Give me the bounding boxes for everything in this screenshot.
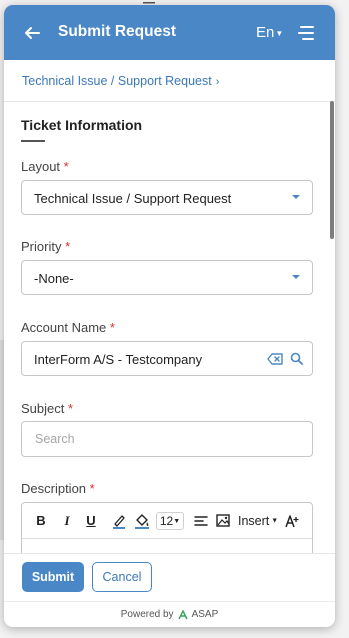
- required-mark: *: [109, 320, 115, 335]
- chevron-down-icon: [292, 275, 300, 279]
- search-icon[interactable]: [290, 352, 303, 365]
- request-widget: Submit Request En▼ Technical Issue / Sup…: [4, 5, 335, 627]
- description-editor[interactable]: B I U 12▼ Insert ▼: [21, 502, 313, 553]
- account-label: Account Name *: [21, 320, 115, 335]
- chevron-down-icon: ▼: [275, 28, 284, 38]
- layout-label-text: Layout: [21, 159, 61, 174]
- account-lookup-field[interactable]: InterForm A/S - Testcompany: [21, 341, 313, 376]
- page-title: Submit Request: [58, 23, 176, 40]
- insert-label: Insert: [238, 514, 270, 528]
- breadcrumb-label: Technical Issue / Support Request: [22, 74, 212, 88]
- font-size-icon[interactable]: [284, 512, 300, 530]
- image-icon[interactable]: [216, 512, 230, 530]
- language-label: En: [256, 24, 275, 41]
- required-mark: *: [63, 159, 69, 174]
- editor-toolbar: B I U 12▼ Insert ▼: [22, 503, 312, 539]
- submit-button[interactable]: Submit: [22, 562, 84, 592]
- ticket-form: Ticket Information Layout * Technical Is…: [4, 103, 335, 553]
- hamburger-menu-icon[interactable]: [296, 22, 318, 44]
- chevron-down-icon: ▼: [173, 517, 181, 525]
- priority-label: Priority *: [21, 239, 70, 254]
- subject-label-text: Subject: [21, 401, 65, 416]
- subject-input[interactable]: Search: [21, 421, 313, 457]
- back-arrow-icon[interactable]: [21, 22, 43, 44]
- chevron-down-icon: ▼: [269, 517, 279, 525]
- layout-label: Layout *: [21, 159, 69, 174]
- required-mark: *: [68, 401, 74, 416]
- chevron-right-icon: ›: [215, 76, 220, 88]
- clear-icon[interactable]: [267, 353, 283, 365]
- form-footer: Submit Cancel: [4, 553, 335, 601]
- asap-brand[interactable]: ASAP: [192, 602, 219, 627]
- cancel-button[interactable]: Cancel: [92, 562, 152, 592]
- underline-button[interactable]: U: [84, 512, 98, 530]
- scrollbar-thumb[interactable]: [330, 101, 334, 239]
- subject-placeholder: Search: [35, 432, 75, 446]
- priority-select[interactable]: -None-: [21, 260, 313, 295]
- powered-by-text: Powered by: [120, 609, 174, 620]
- section-underline: [21, 140, 45, 142]
- required-mark: *: [89, 481, 95, 496]
- priority-label-text: Priority: [21, 239, 62, 254]
- italic-button[interactable]: I: [60, 512, 74, 530]
- breadcrumb: Technical Issue / Support Request ›: [4, 60, 335, 102]
- breadcrumb-link[interactable]: Technical Issue / Support Request ›: [22, 74, 219, 88]
- asap-logo-icon: [177, 610, 188, 620]
- font-size-value: 12: [159, 514, 174, 528]
- language-selector[interactable]: En▼: [256, 24, 283, 41]
- powered-by-bar: Powered by ASAP: [4, 601, 335, 627]
- subject-label: Subject *: [21, 401, 73, 416]
- account-value: InterForm A/S - Testcompany: [34, 352, 203, 367]
- insert-menu[interactable]: Insert ▼: [238, 512, 278, 530]
- header-bar: Submit Request En▼: [4, 5, 335, 60]
- account-label-text: Account Name: [21, 320, 107, 335]
- section-title: Ticket Information: [21, 117, 143, 133]
- required-mark: *: [65, 239, 71, 254]
- description-label-text: Description: [21, 481, 87, 496]
- paint-bucket-icon[interactable]: [134, 512, 150, 530]
- align-icon[interactable]: [194, 512, 208, 530]
- layout-value: Technical Issue / Support Request: [34, 191, 232, 206]
- description-label: Description *: [21, 481, 95, 496]
- pen-icon[interactable]: [112, 512, 126, 530]
- layout-select[interactable]: Technical Issue / Support Request: [21, 180, 313, 215]
- font-size-select[interactable]: 12▼: [156, 512, 184, 530]
- bold-button[interactable]: B: [34, 512, 48, 530]
- priority-value: -None-: [34, 271, 74, 286]
- chevron-down-icon: [292, 195, 300, 199]
